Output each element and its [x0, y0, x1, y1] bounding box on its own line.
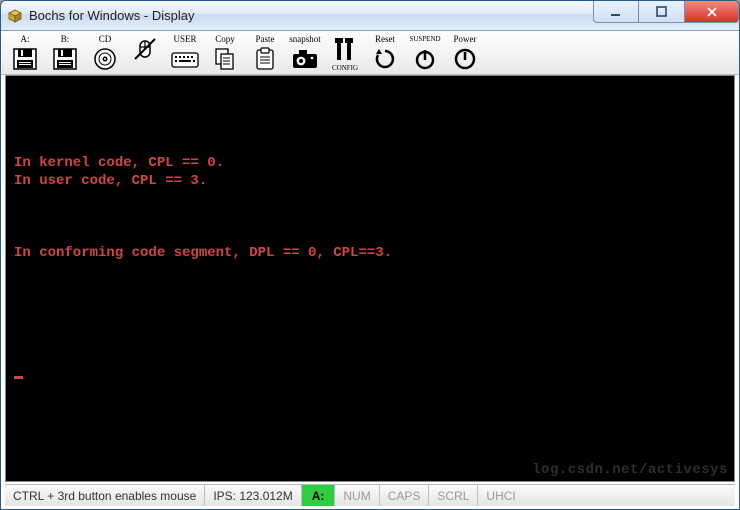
- snapshot-button[interactable]: snapshot: [285, 34, 325, 74]
- copy-button[interactable]: Copy: [205, 34, 245, 74]
- status-num: NUM: [335, 485, 379, 506]
- titlebar[interactable]: Bochs for Windows - Display: [1, 1, 739, 31]
- terminal-cursor: [14, 376, 23, 379]
- cd-icon: [90, 45, 120, 73]
- maximize-button[interactable]: [639, 1, 685, 23]
- window-title: Bochs for Windows - Display: [29, 8, 593, 23]
- app-window: Bochs for Windows - Display A: B:: [0, 0, 740, 510]
- mouse-disabled-icon: [130, 36, 160, 64]
- status-ips: IPS: 123.012M: [205, 485, 301, 506]
- mouse-capture-button[interactable]: [125, 34, 165, 74]
- status-mouse-hint: CTRL + 3rd button enables mouse: [5, 485, 205, 506]
- cdrom-button[interactable]: CD: [85, 34, 125, 74]
- floppy-icon: [50, 45, 80, 73]
- suspend-button[interactable]: SUSPEND: [405, 34, 445, 74]
- power-icon: [450, 45, 480, 73]
- minimize-button[interactable]: [593, 1, 639, 23]
- app-icon: [7, 8, 23, 24]
- status-scrl: SCRL: [429, 485, 478, 506]
- paste-icon: [250, 45, 280, 73]
- status-caps: CAPS: [380, 485, 430, 506]
- statusbar: CTRL + 3rd button enables mouse IPS: 123…: [5, 484, 735, 506]
- reset-icon: [370, 45, 400, 73]
- keyboard-icon: [170, 45, 200, 73]
- floppy-icon: [10, 45, 40, 73]
- terminal-text: In kernel code, CPL == 0. In user code, …: [14, 155, 392, 261]
- watermark-text: log.csdn.net/activesys: [532, 461, 728, 479]
- power-button[interactable]: Power: [445, 34, 485, 74]
- config-button[interactable]: CONFIG: [325, 34, 365, 74]
- reset-button[interactable]: Reset: [365, 34, 405, 74]
- close-button[interactable]: [685, 1, 739, 23]
- window-controls: [593, 1, 739, 30]
- config-icon: [330, 35, 360, 64]
- toolbar: A: B: CD USER: [1, 31, 739, 75]
- user-button[interactable]: USER: [165, 34, 205, 74]
- status-uhci: UHCI: [478, 485, 735, 506]
- camera-icon: [290, 45, 320, 73]
- power-icon: [410, 45, 440, 73]
- floppy-a-button[interactable]: A:: [5, 34, 45, 74]
- status-drive-a[interactable]: A:: [302, 485, 336, 506]
- copy-icon: [210, 45, 240, 73]
- terminal-display[interactable]: In kernel code, CPL == 0. In user code, …: [5, 75, 735, 482]
- floppy-b-button[interactable]: B:: [45, 34, 85, 74]
- paste-button[interactable]: Paste: [245, 34, 285, 74]
